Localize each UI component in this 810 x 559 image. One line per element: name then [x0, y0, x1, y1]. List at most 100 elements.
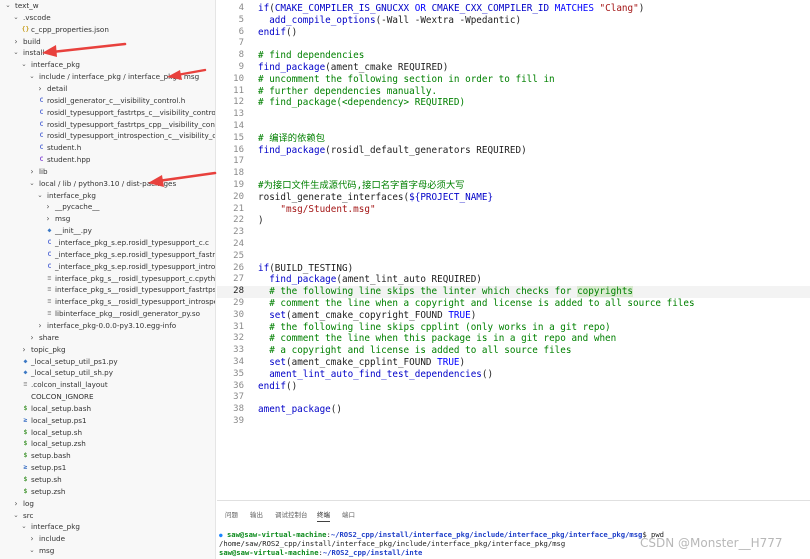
tree-item[interactable]: › include — [0, 533, 215, 545]
tree-item[interactable]: ⌄ interface_pkg — [0, 59, 215, 71]
tree-item[interactable]: › lib — [0, 166, 215, 178]
tree-item[interactable]: C _interface_pkg_s.ep.rosidl_typesupport_… — [0, 237, 215, 249]
tree-item[interactable]: COLCON_IGNORE — [0, 391, 215, 403]
tree-item[interactable]: › share — [0, 332, 215, 344]
tree-item[interactable]: $ setup.zsh — [0, 486, 215, 498]
code-line[interactable]: 34 set(ament_cmake_cpplint_FOUND TRUE) — [217, 357, 810, 369]
code-line[interactable]: 39 — [217, 416, 810, 428]
code-line[interactable]: 13 — [217, 109, 810, 121]
tree-item[interactable]: ◆ _local_setup_util_sh.py — [0, 367, 215, 379]
tree-item[interactable]: › detail — [0, 83, 215, 95]
code-line[interactable]: 25 — [217, 251, 810, 263]
tree-item[interactable]: $ local_setup.sh — [0, 427, 215, 439]
chevron-right-icon[interactable]: › — [36, 320, 44, 332]
code-line[interactable]: 28 # the following line skips the linter… — [217, 286, 810, 298]
code-line[interactable]: 9 find_package(ament_cmake REQUIRED) — [217, 62, 810, 74]
code-line[interactable]: 16 find_package(rosidl_default_generators… — [217, 145, 810, 157]
tree-item[interactable]: ⌄ text_w — [0, 0, 215, 12]
tab-terminal[interactable]: 终端 — [317, 509, 330, 522]
code-line[interactable]: 37 — [217, 392, 810, 404]
chevron-right-icon[interactable]: › — [36, 83, 44, 95]
code-line[interactable]: 14 — [217, 121, 810, 133]
chevron-down-icon[interactable]: ⌄ — [20, 521, 28, 533]
tree-item[interactable]: ⌄ .vscode — [0, 12, 215, 24]
tree-item[interactable]: Crosidl_typesupport_fastrtps_cpp__visibi… — [0, 119, 215, 131]
code-line[interactable]: 31 # the following line skips cpplint (o… — [217, 322, 810, 334]
chevron-down-icon[interactable]: ⌄ — [12, 510, 20, 522]
chevron-right-icon[interactable]: › — [28, 533, 36, 545]
tree-item[interactable]: ⌄ src — [0, 510, 215, 522]
tree-item[interactable]: ≡ .colcon_install_layout — [0, 379, 215, 391]
chevron-right-icon[interactable]: › — [44, 213, 52, 225]
code-line[interactable]: 11 # further dependencies manually. — [217, 86, 810, 98]
tree-item[interactable]: › interface_pkg-0.0.0-py3.10.egg-info — [0, 320, 215, 332]
code-line[interactable]: 26 if(BUILD_TESTING) — [217, 263, 810, 275]
tree-item[interactable]: ⌄ local / lib / python3.10 / dist-package… — [0, 178, 215, 190]
tree-item[interactable]: › __pycache__ — [0, 201, 215, 213]
code-line[interactable]: 12 # find_package(<dependency> REQUIRED) — [217, 97, 810, 109]
tree-item[interactable]: ≡ interface_pkg_s__rosidl_typesupport_int… — [0, 296, 215, 308]
tree-item[interactable]: ⌄ msg — [0, 545, 215, 557]
chevron-down-icon[interactable]: ⌄ — [28, 71, 36, 83]
tree-item[interactable]: Crosidl_typesupport_fastrtps_c__visibili… — [0, 107, 215, 119]
code-line[interactable]: 24 — [217, 239, 810, 251]
code-line[interactable]: 23 — [217, 227, 810, 239]
tree-item[interactable]: $ local_setup.bash — [0, 403, 215, 415]
tab-debug-console[interactable]: 调试控制台 — [275, 509, 308, 519]
chevron-down-icon[interactable]: ⌄ — [36, 190, 44, 202]
code-line[interactable]: 21 "msg/Student.msg" — [217, 204, 810, 216]
chevron-right-icon[interactable]: › — [12, 498, 20, 510]
code-line[interactable]: 27 find_package(ament_lint_auto REQUIRED… — [217, 274, 810, 286]
tree-item[interactable]: ≥ local_setup.ps1 — [0, 415, 215, 427]
code-line[interactable]: 17 — [217, 156, 810, 168]
tree-item[interactable]: ≥ setup.ps1 — [0, 462, 215, 474]
tree-item[interactable]: $ local_setup.zsh — [0, 438, 215, 450]
tree-item[interactable]: › topic_pkg — [0, 344, 215, 356]
tree-item[interactable]: ≡ libinterface_pkg__rosidl_generator_py.s… — [0, 308, 215, 320]
code-line[interactable]: 4 if(CMAKE_COMPILER_IS_GNUCXX OR CMAKE_CX… — [217, 3, 810, 15]
tab-ports[interactable]: 端口 — [342, 509, 355, 519]
code-line[interactable]: 10 # uncomment the following section in o… — [217, 74, 810, 86]
tab-output[interactable]: 输出 — [250, 509, 263, 519]
tree-item[interactable]: C _interface_pkg_s.ep.rosidl_typesupport_… — [0, 261, 215, 273]
tree-item[interactable]: ◆ __init__.py — [0, 225, 215, 237]
code-line[interactable]: 18 — [217, 168, 810, 180]
tree-item[interactable]: $ setup.bash — [0, 450, 215, 462]
chevron-down-icon[interactable]: ⌄ — [28, 545, 36, 557]
tree-item[interactable]: ⌄ interface_pkg — [0, 190, 215, 202]
chevron-right-icon[interactable]: › — [28, 332, 36, 344]
tree-item[interactable]: Crosidl_typesupport_introspection_c__vis… — [0, 130, 215, 142]
code-line[interactable]: 8 # find dependencies — [217, 50, 810, 62]
tree-item[interactable]: C _interface_pkg_s.ep.rosidl_typesupport_… — [0, 249, 215, 261]
tree-item[interactable]: {} c_cpp_properties.json — [0, 24, 215, 36]
code-line[interactable]: 22) — [217, 215, 810, 227]
code-line[interactable]: 5 add_compile_options(-Wall -Wextra -Wpe… — [217, 15, 810, 27]
chevron-right-icon[interactable]: › — [44, 201, 52, 213]
tree-item[interactable]: ◆ _local_setup_util_ps1.py — [0, 356, 215, 368]
code-line[interactable]: 35 ament_lint_auto_find_test_dependencie… — [217, 369, 810, 381]
code-line[interactable]: 33 # a copyright and license is added to… — [217, 345, 810, 357]
chevron-down-icon[interactable]: ⌄ — [12, 12, 20, 24]
tree-item[interactable]: Cstudent.h — [0, 142, 215, 154]
code-line[interactable]: 6 endif() — [217, 27, 810, 39]
tree-item[interactable]: Crosidl_generator_c__visibility_control.… — [0, 95, 215, 107]
tree-item[interactable]: › build — [0, 36, 215, 48]
tree-item[interactable]: ≡ interface_pkg_s__rosidl_typesupport_c.c… — [0, 273, 215, 285]
tree-item[interactable]: $ setup.sh — [0, 474, 215, 486]
tab-problems[interactable]: 问题 — [225, 509, 238, 519]
code-line[interactable]: 29 # comment the line when a copyright a… — [217, 298, 810, 310]
code-line[interactable]: 30 set(ament_cmake_copyright_FOUND TRUE) — [217, 310, 810, 322]
chevron-down-icon[interactable]: ⌄ — [20, 59, 28, 71]
tree-item[interactable]: Cstudent.hpp — [0, 154, 215, 166]
chevron-right-icon[interactable]: › — [12, 36, 20, 48]
code-line[interactable]: 38 ament_package() — [217, 404, 810, 416]
code-editor[interactable]: 4 if(CMAKE_COMPILER_IS_GNUCXX OR CMAKE_CX… — [217, 0, 810, 500]
tree-item[interactable]: ⌄ include / interface_pkg / interface_pkg… — [0, 71, 215, 83]
code-line[interactable]: 20 rosidl_generate_interfaces(${PROJECT_N… — [217, 192, 810, 204]
chevron-down-icon[interactable]: ⌄ — [28, 178, 36, 190]
tree-item[interactable]: ⌄ install — [0, 47, 215, 59]
chevron-right-icon[interactable]: › — [20, 344, 28, 356]
code-line[interactable]: 36 endif() — [217, 381, 810, 393]
tree-item[interactable]: › msg — [0, 213, 215, 225]
code-line[interactable]: 32 # comment the line when this package … — [217, 333, 810, 345]
